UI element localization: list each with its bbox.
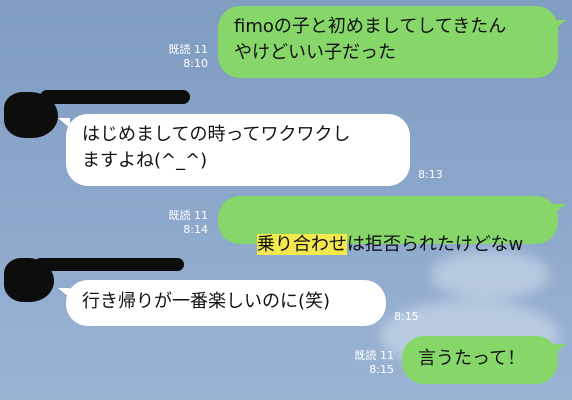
message-time: 8:10	[183, 57, 208, 70]
outgoing-message-bubble[interactable]: 乗り合わせは拒否られたけどなw	[218, 196, 558, 255]
read-receipt: 既読 11 8:15	[346, 349, 395, 377]
read-receipt: 既読 11 8:14	[160, 209, 209, 237]
message-time: 8:13	[418, 168, 443, 181]
message-text: は拒否られたけどなw	[346, 234, 524, 255]
outgoing-message-bubble[interactable]: 言うたって！	[402, 336, 558, 384]
incoming-message-bubble[interactable]: はじめましての時ってワクワクし ますよね(^_^)	[66, 114, 410, 186]
chat-area[interactable]: 既読 11 8:10 fimoの子と初めましてしてきたん やけどいい子だった は…	[0, 0, 572, 400]
sender-name-redacted	[34, 258, 184, 271]
message-time: 8:15	[369, 363, 394, 376]
highlighted-text: 乗り合わせ	[256, 234, 347, 255]
bubble-tail	[554, 344, 566, 354]
read-receipt: 既読 11 8:10	[160, 43, 209, 71]
read-status: 既読 11	[168, 43, 209, 56]
message-time: 8:14	[183, 223, 208, 236]
sender-name-redacted	[40, 90, 190, 104]
read-status: 既読 11	[168, 209, 209, 222]
read-status: 既読 11	[354, 349, 395, 362]
bubble-tail	[554, 20, 566, 30]
message-time: 8:15	[394, 310, 419, 323]
incoming-message-bubble[interactable]: 行き帰りが一番楽しいのに(笑)	[66, 280, 386, 326]
outgoing-message-bubble[interactable]: fimoの子と初めましてしてきたん やけどいい子だった	[218, 6, 558, 78]
bubble-tail	[554, 204, 566, 214]
